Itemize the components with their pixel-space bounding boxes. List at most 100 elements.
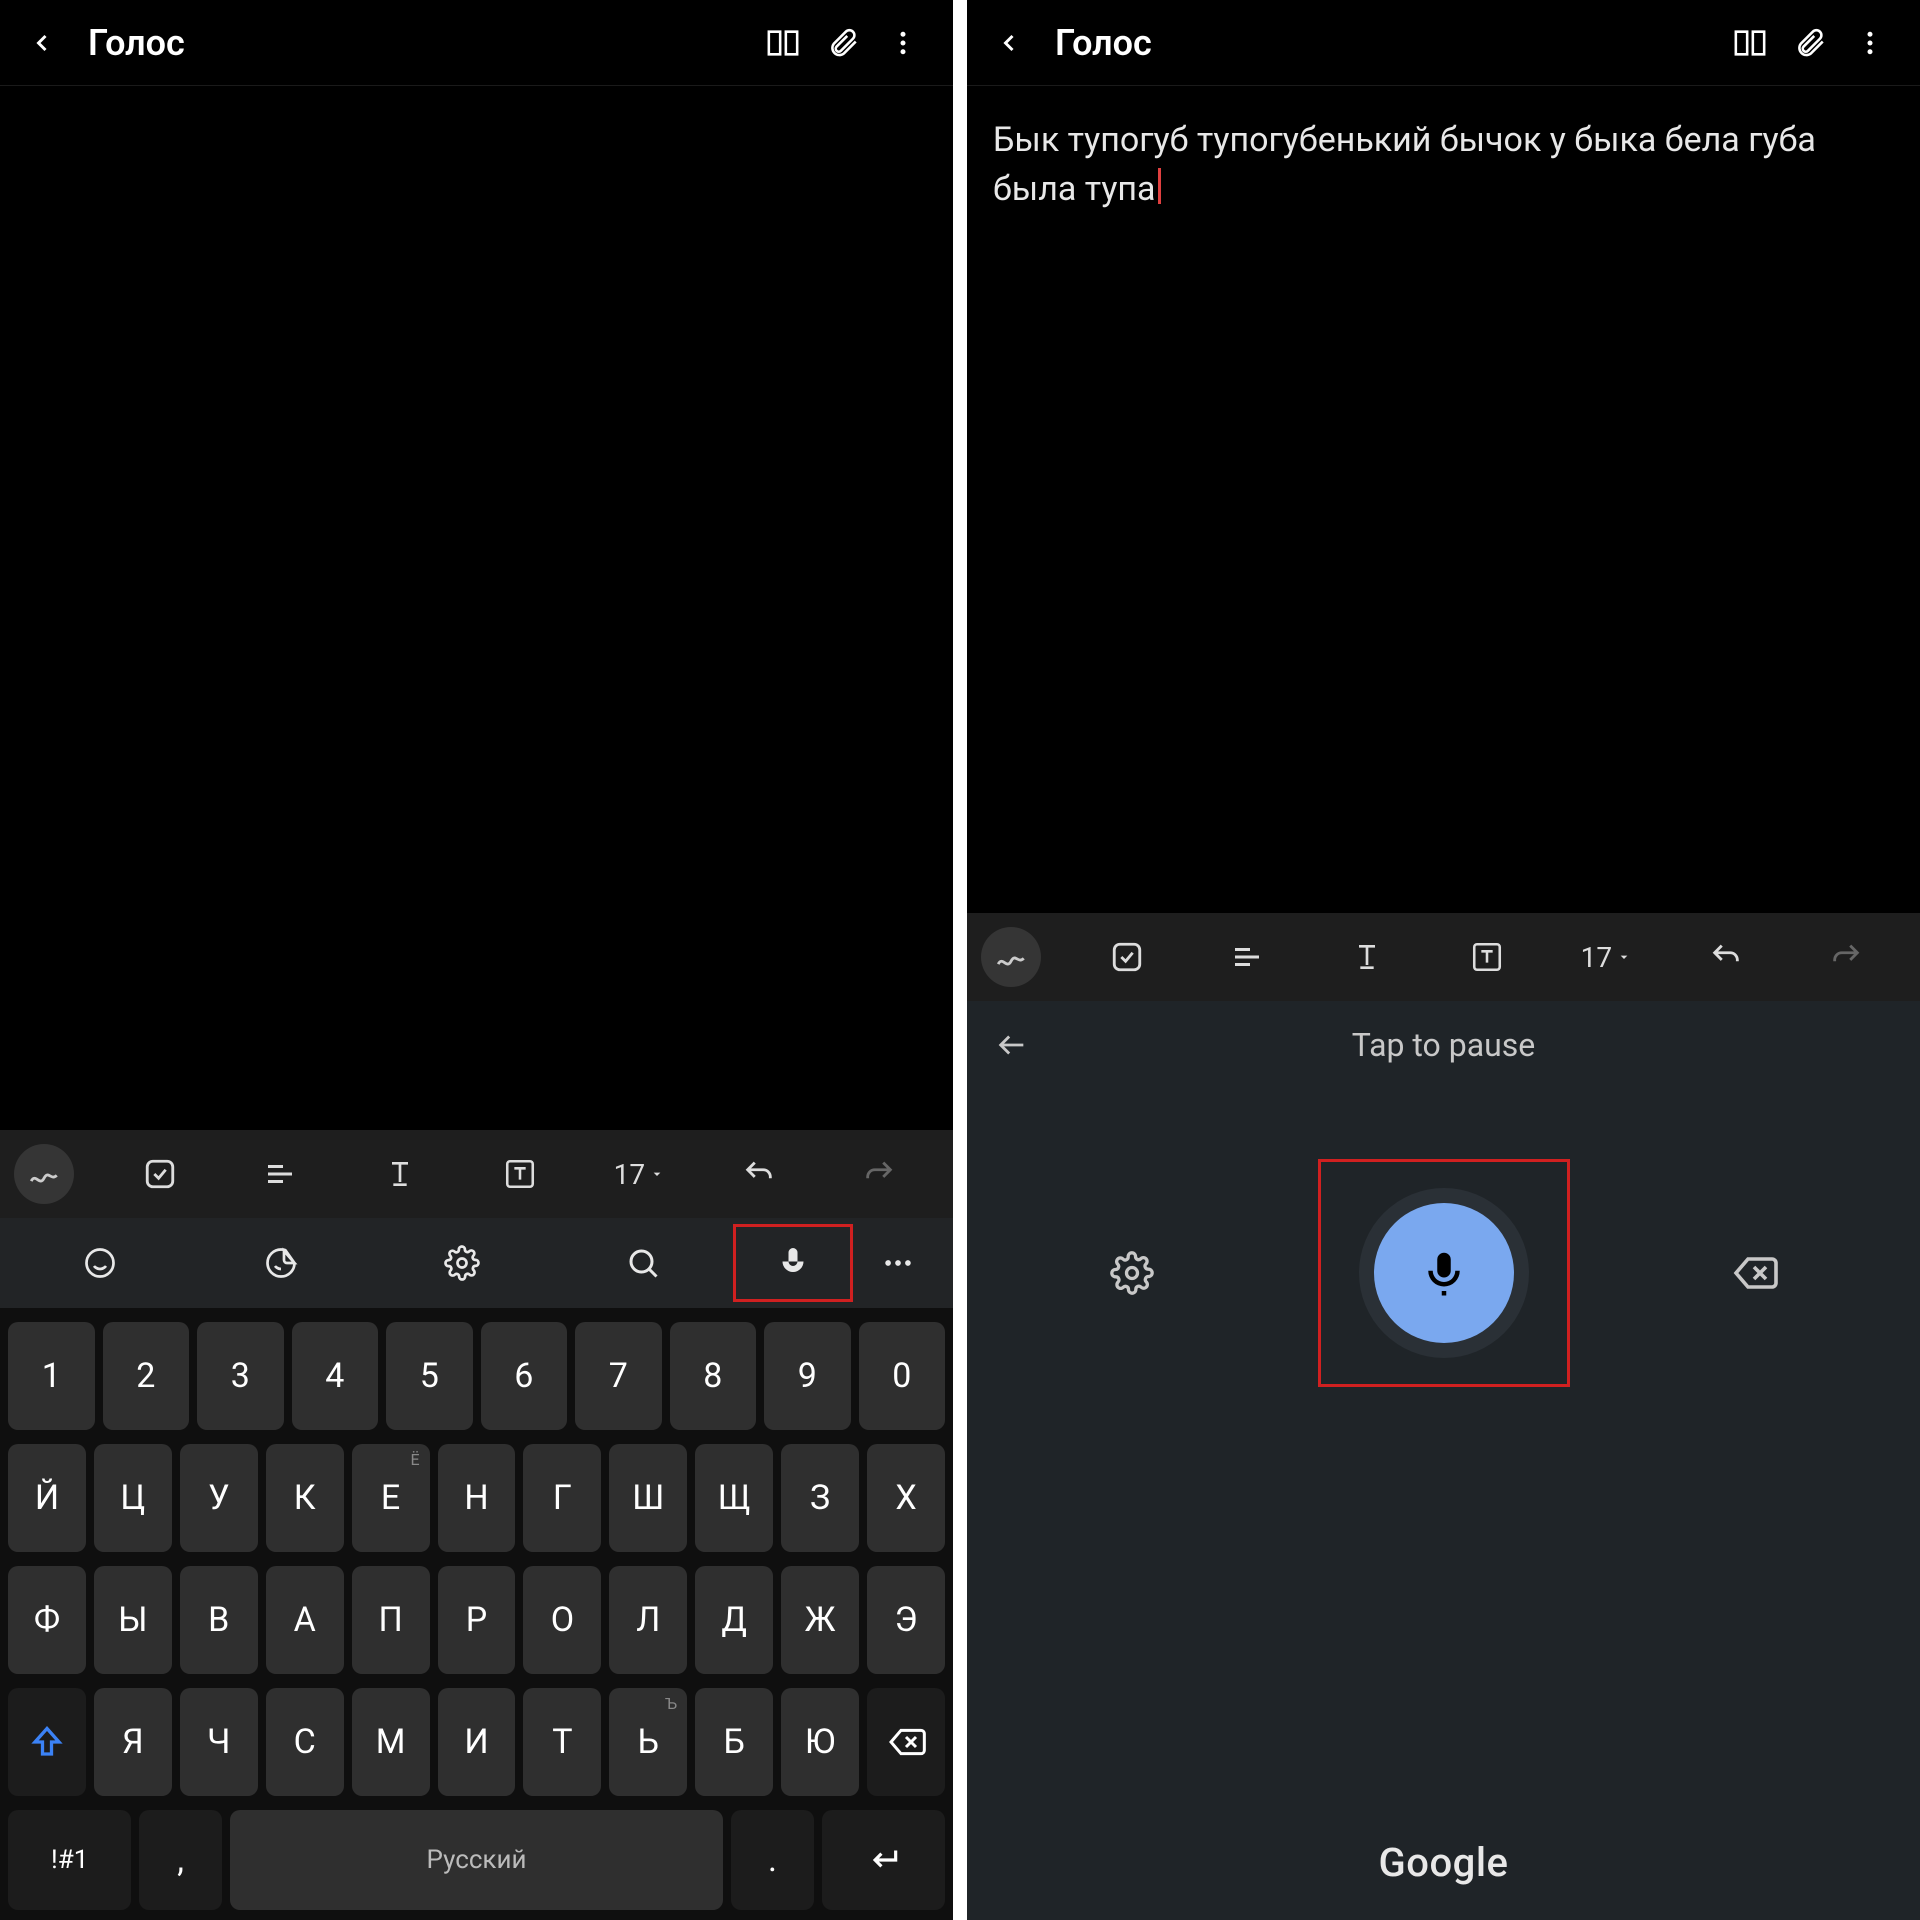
page-title: Голос [88,22,753,64]
voice-back-button[interactable] [995,1028,1029,1062]
key-comma[interactable]: , [139,1810,221,1910]
keyboard: 1 2 3 4 5 6 7 8 9 0 Й Ц У К ЕЁ Н Г Ш Щ З… [0,1308,953,1920]
key-4[interactable]: 4 [292,1322,379,1430]
key-letter[interactable]: С [266,1688,344,1796]
text-format-button[interactable] [1307,913,1427,1001]
font-size-selector[interactable]: 17 [1546,913,1666,1001]
phone-right: Голос Бык тупогуб тупогубенький бычок у … [967,0,1920,1920]
key-9[interactable]: 9 [764,1322,851,1430]
voice-hint-bar: Tap to pause [967,1001,1920,1089]
key-letter[interactable]: Г [523,1444,601,1552]
key-letter[interactable]: В [180,1566,258,1674]
more-button[interactable] [1840,28,1900,58]
undo-button[interactable] [1666,913,1786,1001]
key-symbols[interactable]: !#1 [8,1810,131,1910]
keyboard-toolbar [0,1218,953,1308]
attach-button[interactable] [1780,26,1840,60]
key-letter[interactable]: П [352,1566,430,1674]
handwriting-button[interactable] [14,1144,74,1204]
key-letter[interactable]: Ч [180,1688,258,1796]
attach-button[interactable] [813,26,873,60]
back-button[interactable] [995,29,1035,57]
key-5[interactable]: 5 [386,1322,473,1430]
voice-panel: Google [967,1089,1920,1920]
key-8[interactable]: 8 [670,1322,757,1430]
key-letter[interactable]: М [352,1688,430,1796]
format-toolbar: 17 [967,913,1920,1001]
note-text: Бык тупогуб тупогубенький бычок у быка б… [993,120,1816,209]
note-content-empty[interactable] [0,86,953,1130]
note-content[interactable]: Бык тупогуб тупогубенький бычок у быка б… [967,86,1920,913]
key-letter[interactable]: Ю [781,1688,859,1796]
key-letter[interactable]: Ц [94,1444,172,1552]
keyboard-row-2: Ф Ы В А П Р О Л Д Ж Э [6,1566,947,1674]
key-letter[interactable]: Ф [8,1566,86,1674]
key-3[interactable]: 3 [197,1322,284,1430]
key-letter[interactable]: У [180,1444,258,1552]
undo-button[interactable] [699,1130,819,1218]
keyboard-row-bottom: !#1 , Русский . [6,1810,947,1910]
checkbox-button[interactable] [100,1130,220,1218]
keyboard-row-3: Я Ч С М И Т ЬЪ Б Ю [6,1688,947,1796]
key-6[interactable]: 6 [481,1322,568,1430]
key-letter[interactable]: Н [438,1444,516,1552]
voice-input-button[interactable] [733,1224,853,1302]
key-letter[interactable]: Ж [781,1566,859,1674]
voice-settings-button[interactable] [1110,1251,1158,1295]
key-letter[interactable]: Я [94,1688,172,1796]
font-size-selector[interactable]: 17 [579,1130,699,1218]
key-letter[interactable]: Б [695,1688,773,1796]
key-letter[interactable]: И [438,1688,516,1796]
more-button[interactable] [873,28,933,58]
key-letter[interactable]: Ш [609,1444,687,1552]
key-letter[interactable]: А [266,1566,344,1674]
text-style-button[interactable] [1187,913,1307,1001]
voice-mic-button[interactable] [1359,1188,1529,1358]
key-letter[interactable]: Л [609,1566,687,1674]
key-period[interactable]: . [731,1810,813,1910]
redo-button [819,1130,939,1218]
text-style-button[interactable] [220,1130,340,1218]
keyboard-row-1: Й Ц У К ЕЁ Н Г Ш Щ З Х [6,1444,947,1552]
search-button[interactable] [552,1218,733,1308]
key-letter[interactable]: Й [8,1444,86,1552]
handwriting-button[interactable] [981,927,1041,987]
key-letter[interactable]: Д [695,1566,773,1674]
key-shift[interactable] [8,1688,86,1796]
key-space[interactable]: Русский [230,1810,724,1910]
voice-delete-button[interactable] [1730,1249,1778,1297]
key-letter[interactable]: К [266,1444,344,1552]
text-format-button[interactable] [340,1130,460,1218]
key-letter[interactable]: О [523,1566,601,1674]
key-letter[interactable]: Э [867,1566,945,1674]
key-letter[interactable]: Ы [94,1566,172,1674]
back-button[interactable] [28,29,68,57]
text-box-button[interactable] [460,1130,580,1218]
phone-left: Голос 17 [0,0,953,1920]
text-box-button[interactable] [1427,913,1547,1001]
emoji-button[interactable] [10,1218,191,1308]
checkbox-button[interactable] [1067,913,1187,1001]
key-letter[interactable]: Т [523,1688,601,1796]
mic-icon [1374,1203,1514,1343]
key-enter[interactable] [822,1810,945,1910]
voice-brand: Google [1379,1839,1509,1886]
key-1[interactable]: 1 [8,1322,95,1430]
key-letter[interactable]: ЬЪ [609,1688,687,1796]
key-letter[interactable]: З [781,1444,859,1552]
key-0[interactable]: 0 [859,1322,946,1430]
reader-mode-button[interactable] [1720,26,1780,60]
key-2[interactable]: 2 [103,1322,190,1430]
more-options-button[interactable] [853,1218,943,1308]
key-letter[interactable]: Р [438,1566,516,1674]
reader-mode-button[interactable] [753,26,813,60]
key-letter[interactable]: Щ [695,1444,773,1552]
app-header: Голос [967,0,1920,86]
page-title: Голос [1055,22,1720,64]
key-letter[interactable]: ЕЁ [352,1444,430,1552]
sticker-button[interactable] [191,1218,372,1308]
key-letter[interactable]: Х [867,1444,945,1552]
key-backspace[interactable] [867,1688,945,1796]
settings-button[interactable] [372,1218,553,1308]
key-7[interactable]: 7 [575,1322,662,1430]
